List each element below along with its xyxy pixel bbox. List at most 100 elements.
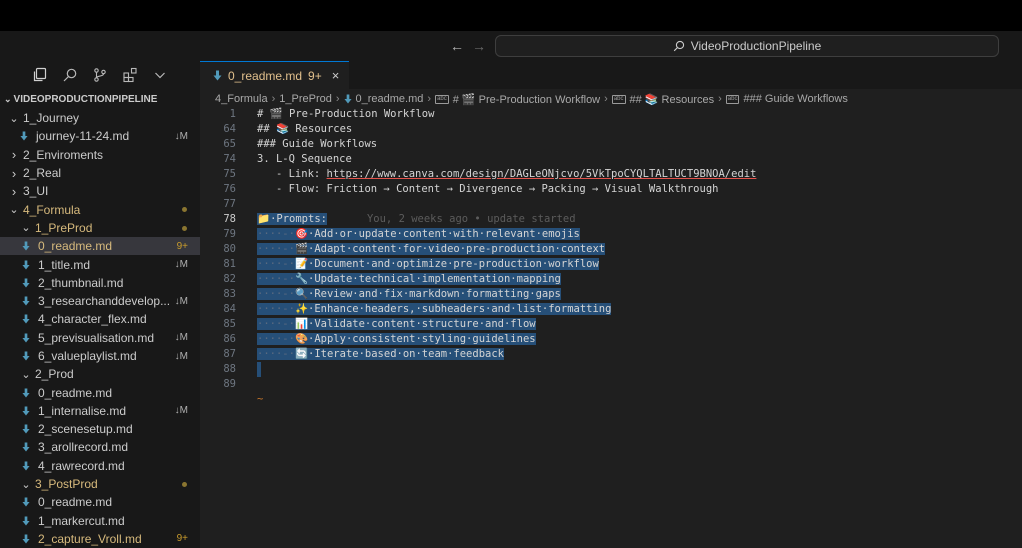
canva-link[interactable]: https://www.canva.com/design/DAGLeONjcvo… bbox=[327, 168, 757, 180]
code-line[interactable]: 64 ## 📚 Resources bbox=[200, 122, 1022, 137]
file-item[interactable]: 4_character_flex.md bbox=[0, 310, 200, 328]
search-icon[interactable] bbox=[61, 66, 79, 84]
folder-item[interactable]: ⌄ 3_PostProd bbox=[0, 475, 200, 493]
code-line[interactable]: 76 - Flow: Friction → Content → Divergen… bbox=[200, 182, 1022, 197]
arrow-right-icon[interactable]: → bbox=[472, 38, 486, 54]
line-text bbox=[257, 362, 261, 377]
source-control-icon[interactable] bbox=[91, 66, 109, 84]
tab-problems-badge: 9+ bbox=[308, 68, 322, 83]
whitespace-marker: ····-· bbox=[257, 288, 295, 300]
line-content: ····-·🔍·Review·and·fix·markdown·formatti… bbox=[257, 287, 561, 302]
code-line[interactable]: 89 bbox=[200, 377, 1022, 392]
line-text: - Link: bbox=[257, 168, 327, 180]
folder-item[interactable]: ⌄ 4_Formula bbox=[0, 200, 200, 218]
git-status-badge: ↓M bbox=[174, 350, 188, 362]
breadcrumb-item[interactable]: 0_readme.md bbox=[356, 93, 424, 105]
file-item[interactable]: 0_readme.md bbox=[0, 383, 200, 401]
line-text: 🎨·Apply·consistent·styling·guidelines bbox=[294, 333, 536, 345]
code-line[interactable]: 87 ····-·🔄·Iterate·based·on·team·feedback bbox=[200, 347, 1022, 362]
close-icon[interactable]: × bbox=[332, 68, 340, 83]
file-item[interactable]: 4_rawrecord.md bbox=[0, 457, 200, 475]
markdown-file-icon bbox=[22, 461, 32, 471]
line-content: ····-·✨·Enhance·headers,·subheaders·and·… bbox=[257, 302, 612, 317]
code-line[interactable]: 81 ····-·📝·Document·and·optimize·pre-prod… bbox=[200, 257, 1022, 272]
line-number: 65 bbox=[223, 138, 236, 150]
code-line[interactable]: 79 ····-·🎯·Add·or·update·content·with·rel… bbox=[200, 227, 1022, 242]
code-editor[interactable]: 1 # 🎬 Pre-Production Workflow 64 ## 📚 Resou… bbox=[200, 107, 1022, 407]
breadcrumb-item[interactable]: ## 📚 Resources bbox=[630, 93, 715, 106]
line-number: 78 bbox=[223, 213, 236, 225]
file-item[interactable]: 0_readme.md bbox=[0, 493, 200, 511]
code-line[interactable]: 65 ### Guide Workflows bbox=[200, 137, 1022, 152]
chevron-right-icon: › bbox=[335, 93, 340, 105]
code-line[interactable]: 88 bbox=[200, 362, 1022, 377]
tree-item-label: 2_capture_Vroll.md bbox=[38, 531, 142, 546]
chevron-right-icon: › bbox=[11, 183, 17, 199]
chevron-down-icon[interactable] bbox=[151, 66, 169, 84]
string-symbol-icon: abc bbox=[725, 94, 740, 104]
tree-item-label: 1_markercut.md bbox=[38, 513, 125, 528]
line-content: ### Guide Workflows bbox=[257, 137, 377, 152]
whitespace-marker: ····-· bbox=[257, 273, 295, 285]
line-number: 80 bbox=[223, 243, 236, 255]
chevron-right-icon: › bbox=[718, 93, 722, 105]
code-line[interactable]: 86 ····-·🎨·Apply·consistent·styling·guide… bbox=[200, 332, 1022, 347]
line-number: 64 bbox=[223, 123, 236, 135]
git-status-badge: ↓M bbox=[174, 332, 188, 344]
code-line[interactable]: 82 ····-·🔧·Update·technical·implementatio… bbox=[200, 272, 1022, 287]
folder-item[interactable]: › 2_Real bbox=[0, 164, 200, 182]
file-item[interactable]: 0_readme.md 9+ bbox=[0, 237, 200, 256]
tree-item-label: 2_thumbnail.md bbox=[38, 275, 124, 290]
file-item[interactable]: 1_markercut.md bbox=[0, 512, 200, 530]
arrow-left-icon[interactable]: ← bbox=[450, 38, 464, 54]
breadcrumb-item[interactable]: 1_PreProd bbox=[279, 93, 332, 105]
code-line[interactable]: 74 3. L-Q Sequence bbox=[200, 152, 1022, 167]
file-item[interactable]: journey-11-24.md ↓M bbox=[0, 127, 200, 145]
markdown-file-icon bbox=[22, 351, 32, 361]
breadcrumb-item[interactable]: 4_Formula bbox=[215, 93, 268, 105]
command-center-search[interactable]: VideoProductionPipeline bbox=[495, 35, 999, 57]
extensions-icon[interactable] bbox=[121, 66, 139, 84]
folder-item[interactable]: ⌄ 2_Prod bbox=[0, 365, 200, 383]
tree-item-label: 5_previsualisation.md bbox=[38, 330, 155, 345]
explorer-root-folder[interactable]: ⌄ VIDEOPRODUCTIONPIPELINE bbox=[0, 89, 200, 109]
whitespace-marker: ····-· bbox=[257, 348, 295, 360]
code-line[interactable]: 1 # 🎬 Pre-Production Workflow bbox=[200, 107, 1022, 122]
folder-item[interactable]: › 3_UI bbox=[0, 182, 200, 200]
breadcrumb-item[interactable]: ### Guide Workflows bbox=[743, 93, 847, 105]
file-item[interactable]: 2_thumbnail.md bbox=[0, 274, 200, 292]
tree-item-label: 2_Enviroments bbox=[23, 147, 104, 162]
code-line[interactable]: 85 ····-·📊·Validate·content·structure·and… bbox=[200, 317, 1022, 332]
file-item[interactable]: 6_valueplaylist.md ↓M bbox=[0, 347, 200, 365]
file-item[interactable]: 1_title.md ↓M bbox=[0, 255, 200, 273]
code-line[interactable]: 78 📁·Prompts: You, 2 weeks ago • update st… bbox=[200, 212, 1022, 227]
line-content: ····-·🎯·Add·or·update·content·with·relev… bbox=[257, 227, 580, 242]
string-symbol-icon: abc bbox=[611, 94, 626, 104]
code-line[interactable]: 83 ····-·🔍·Review·and·fix·markdown·format… bbox=[200, 287, 1022, 302]
line-number: 84 bbox=[223, 303, 236, 315]
file-item[interactable]: 1_internalise.md ↓M bbox=[0, 402, 200, 420]
file-item[interactable]: 3_researchanddevelop... ↓M bbox=[0, 292, 200, 310]
line-content: # 🎬 Pre-Production Workflow bbox=[257, 107, 434, 122]
file-item[interactable]: 5_previsualisation.md ↓M bbox=[0, 329, 200, 347]
folder-item[interactable]: ⌄ 1_PreProd bbox=[0, 219, 200, 237]
file-item[interactable]: 2_scenesetup.md bbox=[0, 420, 200, 438]
explorer-files-icon[interactable] bbox=[31, 66, 49, 84]
whitespace-marker: ····-· bbox=[257, 303, 295, 315]
folder-item[interactable]: ⌄ 1_Journey bbox=[0, 109, 200, 127]
chevron-down-icon: ⌄ bbox=[9, 112, 19, 125]
chevron-down-icon: ⌄ bbox=[21, 222, 31, 235]
folder-item[interactable]: › 2_Enviroments bbox=[0, 146, 200, 164]
code-line[interactable]: 75 - Link: https://www.canva.com/design/… bbox=[200, 167, 1022, 182]
file-item[interactable]: 2_capture_Vroll.md 9+ bbox=[0, 530, 200, 548]
code-line[interactable]: 80 ····-·🎬·Adapt·content·for·video·pre-pr… bbox=[200, 242, 1022, 257]
code-line[interactable]: 84 ····-·✨·Enhance·headers,·subheaders·an… bbox=[200, 302, 1022, 317]
markdown-file-icon bbox=[22, 314, 32, 324]
modified-dot bbox=[182, 225, 187, 231]
markdown-file-icon bbox=[22, 424, 32, 434]
file-item[interactable]: 3_arollrecord.md bbox=[0, 438, 200, 456]
tab-readme[interactable]: 0_readme.md 9+ × bbox=[200, 61, 350, 89]
breadcrumb-item[interactable]: # 🎬 Pre-Production Workflow bbox=[453, 93, 600, 106]
code-line[interactable]: 77 bbox=[200, 197, 1022, 212]
search-icon bbox=[673, 40, 684, 52]
